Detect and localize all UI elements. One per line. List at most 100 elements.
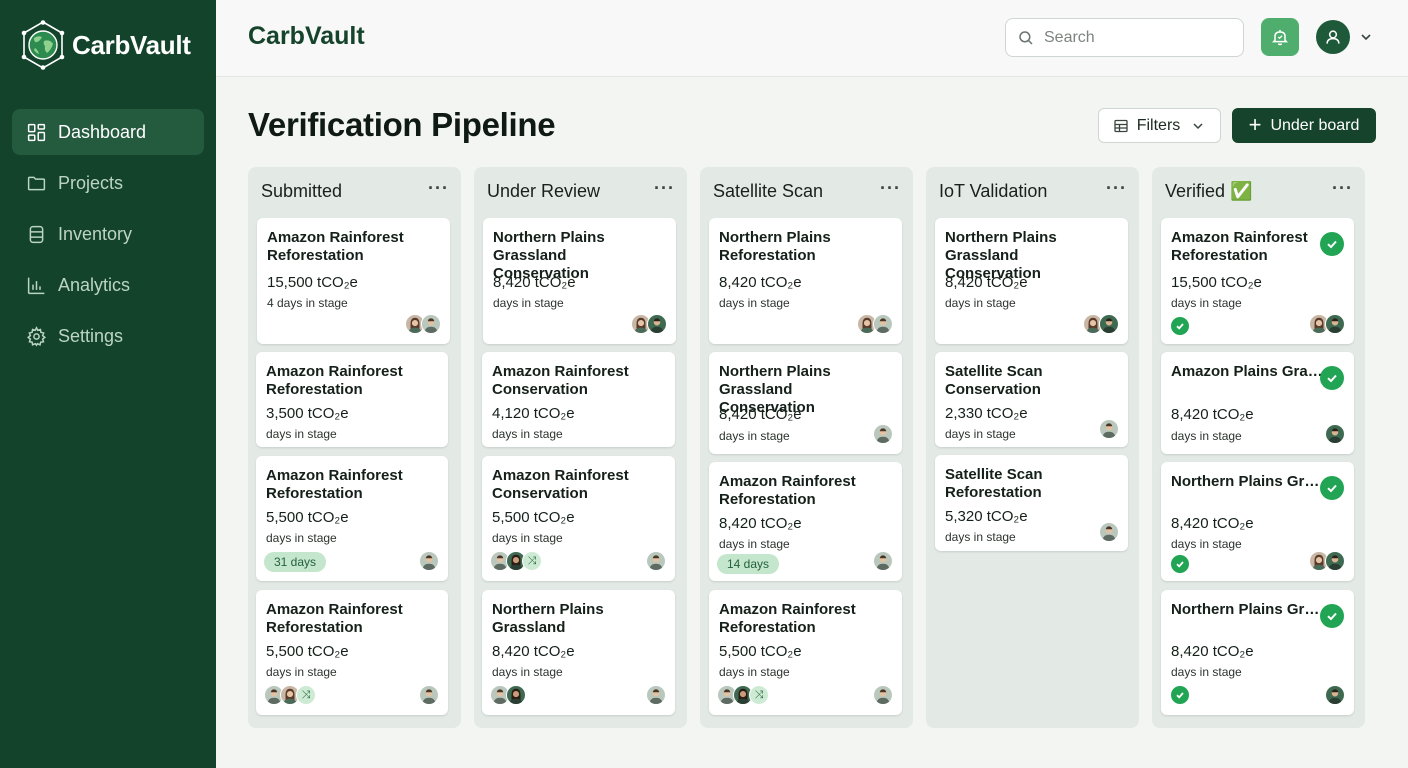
card-days: days in stage [266,665,337,679]
sidebar-item-analytics[interactable]: Analytics [12,262,204,308]
project-card[interactable]: Amazon Rainforest Reforestation 5,500 tC… [256,456,448,581]
card-days: days in stage [492,665,563,679]
project-card[interactable]: Satellite Scan Conservation 2,330 tCO₂e … [935,352,1128,447]
add-board-button[interactable]: + Under board [1232,108,1376,143]
avatar[interactable] [1325,424,1345,444]
assignee-avatars [1309,551,1345,571]
more-avatars-icon[interactable]: ⤨ [749,685,769,705]
verified-check-icon [1320,232,1344,256]
sidebar-item-settings[interactable]: Settings [12,313,204,359]
card-tonnes: 3,500 tCO₂e [266,405,349,422]
column-title: Verified ✅ [1165,180,1253,201]
avatar[interactable] [1099,522,1119,542]
assignee-avatars [857,314,893,334]
card-tonnes: 8,420 tCO₂e [719,274,802,291]
avatar[interactable] [873,685,893,705]
project-card[interactable]: Amazon Rainforest Reforestation 8,420 tC… [709,462,902,581]
search-box[interactable] [1005,18,1244,57]
avatar[interactable] [506,685,526,705]
sidebar-item-label: Dashboard [58,121,147,142]
avatar[interactable] [1099,419,1119,439]
card-title: Amazon Rainforest Reforestation [266,363,403,398]
project-card[interactable]: Northern Plains Grassland Conservation 8… [709,352,902,454]
card-days: days in stage [719,665,790,679]
avatar[interactable] [421,314,441,334]
sidebar-item-inventory[interactable]: Inventory [12,211,204,257]
sidebar-item-label: Settings [58,325,124,346]
card-days: days in stage [945,530,1016,544]
table-icon [1114,119,1128,132]
more-avatars-icon[interactable]: ⤨ [522,551,542,571]
project-card[interactable]: Amazon Rainforest Reforestation 3,500 tC… [256,352,448,447]
card-tonnes: 2,330 tCO₂e [945,405,1028,422]
gear-icon [25,325,47,347]
avatar[interactable] [647,314,667,334]
project-card[interactable]: Amazon Rainforest Conservation 4,120 tCO… [482,352,675,447]
avatar[interactable] [646,551,666,571]
more-icon[interactable]: ··· [654,179,675,197]
card-tonnes: 15,500 tCO₂e [267,274,358,291]
card-days: days in stage [1171,296,1242,310]
project-card[interactable]: Northern Plains Grassland Conservation 8… [935,218,1128,344]
filters-button[interactable]: Filters [1098,108,1221,143]
bar-chart-icon [25,274,47,296]
assignee-avatars [1083,314,1119,334]
more-icon[interactable]: ··· [1106,179,1127,197]
avatar[interactable] [1325,551,1345,571]
card-tonnes: 8,420 tCO₂e [1171,406,1254,423]
project-card[interactable]: Northern Plains Grassland Conservation 8… [483,218,676,344]
more-avatars-icon[interactable]: ⤨ [296,685,316,705]
card-title: Amazon Rainforest Reforestation [1171,229,1308,264]
more-icon[interactable]: ··· [880,179,901,197]
sidebar-item-dashboard[interactable]: Dashboard [12,109,204,155]
brand-name: CarbVault [72,29,191,60]
more-icon[interactable]: ··· [428,179,449,197]
more-icon[interactable]: ··· [1332,179,1353,197]
avatar[interactable] [1325,685,1345,705]
column-header: Under Review ··· [487,179,675,202]
search-icon [1019,30,1033,45]
avatar[interactable] [873,314,893,334]
brand[interactable]: CarbVault [20,20,191,70]
verified-check-icon [1320,366,1344,390]
project-card[interactable]: Northern Plains Grassland 8,420 tCO₂e da… [482,590,675,715]
card-tonnes: 5,320 tCO₂e [945,508,1028,525]
sidebar-item-projects[interactable]: Projects [12,160,204,206]
user-avatar[interactable] [1316,20,1350,54]
contributor-avatars: ⤨ [717,685,769,705]
card-days: days in stage [1171,429,1242,443]
column-title: IoT Validation [939,180,1048,201]
verified-check-icon [1320,604,1344,628]
notifications-button[interactable] [1261,18,1299,56]
project-card[interactable]: Northern Plains Reforestation 8,420 tCO₂… [709,218,902,344]
assignee-avatars [1099,522,1119,542]
avatar[interactable] [1325,314,1345,334]
card-days: days in stage [493,296,564,310]
card-title: Amazon Rainforest Reforestation [266,601,403,636]
avatar[interactable] [419,551,439,571]
project-card[interactable]: Amazon Rainforest Reforestation 5,500 tC… [709,590,902,715]
chevron-down-icon[interactable] [1359,30,1373,44]
avatar[interactable] [1099,314,1119,334]
project-card[interactable]: Northern Plains Grassland Conser... 8,42… [1161,462,1354,581]
project-card[interactable]: Amazon Rainforest Conservation 5,500 tCO… [482,456,675,581]
assignee-avatars [419,551,439,571]
project-card[interactable]: Satellite Scan Reforestation 5,320 tCO₂e… [935,455,1128,551]
avatar[interactable] [873,551,893,571]
assignee-avatars [631,314,667,334]
project-card[interactable]: Amazon Rainforest Reforestation 15,500 t… [1161,218,1354,344]
project-card[interactable]: Amazon Rainforest Reforestation 5,500 tC… [256,590,448,715]
top-header: CarbVault [216,0,1408,77]
project-card[interactable]: Amazon Plains Grassland Conser... 8,420 … [1161,352,1354,454]
days-badge: 31 days [264,552,327,572]
card-tonnes: 8,420 tCO₂e [1171,643,1254,660]
card-title: Northern Plains Grassland Conser... [1171,473,1324,490]
avatar[interactable] [873,424,893,444]
avatar[interactable] [646,685,666,705]
project-card[interactable]: Northern Plains Grassland Conser... 8,42… [1161,590,1354,715]
column-header: Verified ✅ ··· [1165,179,1353,202]
avatar[interactable] [419,685,439,705]
project-card[interactable]: Amazon Rainforest Reforestation 15,500 t… [257,218,450,344]
search-input[interactable] [1044,28,1224,47]
card-days: days in stage [1171,537,1242,551]
